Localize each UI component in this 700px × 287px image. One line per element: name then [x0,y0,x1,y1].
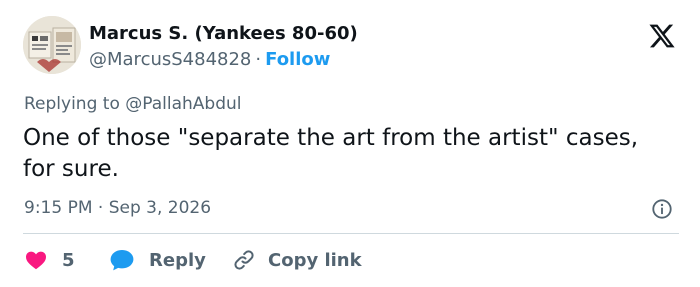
tweet-date: Sep 3, 2026 [108,198,212,218]
like-button[interactable]: 5 [24,246,75,274]
copy-link-label: Copy link [268,249,362,271]
handle-separator: · [255,49,262,70]
tweet-text: One of those "separate the art from the … [23,125,639,182]
timestamp-separator: · [97,198,104,218]
reply-bubble-icon [110,250,134,271]
tweet-timestamp[interactable]: 9:15 PM · Sep 3, 2026 [24,197,211,219]
action-bar: 5 Reply Copy link [0,246,700,274]
link-icon [234,250,254,270]
author-handle-row: @MarcusS484828 · Follow [89,48,330,72]
author-display-name[interactable]: Marcus S. (Yankees 80-60) [89,22,358,46]
tweet-card: Marcus S. (Yankees 80-60) @MarcusS484828… [0,0,700,287]
reply-button[interactable]: Reply [109,246,206,274]
info-icon[interactable] [651,198,673,220]
tweet-time: 9:15 PM [24,198,93,218]
heart-icon [26,251,46,270]
replying-to: Replying to @PallahAbdul [24,93,242,115]
avatar[interactable] [23,16,81,74]
author-handle[interactable]: @MarcusS484828 [89,49,251,70]
divider [23,233,679,234]
replying-to-prefix: Replying to [24,94,120,114]
copy-link-button[interactable]: Copy link [232,246,362,274]
avatar-image [23,16,81,74]
like-count: 5 [62,249,75,271]
replying-to-mention[interactable]: @PallahAbdul [125,94,241,114]
x-logo-icon[interactable] [648,22,676,50]
follow-button[interactable]: Follow [265,49,330,70]
reply-label: Reply [149,249,206,271]
